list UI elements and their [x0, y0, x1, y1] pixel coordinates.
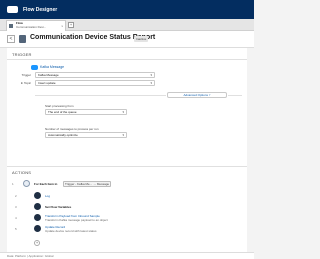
trigger-source[interactable]: Kafka Message [40, 65, 64, 69]
foreach-row[interactable]: 1 For Each Item in Trigger - Kafka Me...… [7, 180, 247, 188]
tab-flow[interactable]: Flow Communication Devi... x [6, 20, 66, 31]
start-processing-select[interactable]: The end of the queue ▾ [45, 109, 127, 115]
action-row[interactable]: 5 Update Record Update device record wit… [7, 225, 247, 233]
action-row[interactable]: 2 Log [7, 192, 247, 200]
foreach-pill-wrap: Trigger - Kafka Me... → Message [63, 181, 112, 187]
topic-field-label: In Topic [20, 81, 31, 85]
log-icon [34, 192, 41, 199]
start-processing-label: Start processing from [45, 104, 74, 108]
footer-status: Data: Platform | Application: Global [0, 252, 254, 259]
trigger-field-label: Trigger [21, 73, 31, 77]
action-title[interactable]: Log [45, 194, 50, 198]
start-processing-value: The end of the queue [48, 110, 77, 114]
chevron-down-icon: ▾ [150, 81, 152, 85]
flow-icon [9, 24, 13, 28]
back-button[interactable]: < [7, 35, 15, 43]
divider [7, 166, 247, 167]
app-title: Flow Designer [23, 6, 58, 13]
action-detail: Transform Kafka message payload to an ob… [45, 218, 108, 222]
action-row[interactable]: 4 Transform Payload from Inbound Sample … [7, 214, 247, 222]
batch-select[interactable]: Automatically optimize ▾ [45, 132, 127, 138]
batch-label: Number of messages to process per run [45, 127, 99, 131]
variable-icon [34, 203, 41, 210]
divider [35, 95, 166, 96]
chevron-down-icon: ▾ [122, 133, 124, 137]
chevron-down-icon: ▾ [122, 110, 124, 114]
actions-section-label: ACTIONS [12, 170, 32, 175]
transform-icon [34, 214, 41, 221]
topic-select-value: Insert update [38, 81, 56, 85]
row-number: 3 [15, 205, 17, 209]
record-icon [34, 225, 41, 232]
tab-bar: Flow Communication Devi... x + [0, 19, 254, 31]
advanced-options-label: Advanced Options [183, 93, 208, 97]
loop-icon [23, 180, 30, 187]
kafka-icon [31, 65, 38, 70]
divider [7, 59, 247, 60]
row-number: 5 [15, 227, 17, 231]
row-number: 4 [15, 216, 17, 220]
top-bar: Flow Designer [0, 0, 254, 19]
trigger-select-value: Kafka Message [38, 73, 59, 77]
close-icon[interactable]: x [62, 24, 64, 28]
advanced-options-button[interactable]: Advanced Options ˅ [167, 92, 227, 98]
data-pill[interactable]: Trigger - Kafka Me... → Message [63, 181, 112, 187]
batch-value: Automatically optimize [48, 133, 78, 137]
action-title[interactable]: Set Flow Variables [45, 205, 71, 209]
flow-canvas: TRIGGER Kafka Message Trigger Kafka Mess… [7, 48, 247, 252]
action-row[interactable]: 3 Set Flow Variables [7, 203, 247, 211]
action-detail: Update device record with latest status [45, 229, 97, 233]
add-tab-button[interactable]: + [68, 22, 74, 28]
divider [228, 95, 242, 96]
trigger-section-label: TRIGGER [12, 52, 32, 57]
add-action-icon[interactable]: + [34, 240, 40, 246]
tab-subtitle: Communication Devi... [16, 25, 47, 29]
foreach-text: For Each Item in [34, 182, 58, 186]
trigger-select[interactable]: Kafka Message ▾ [35, 72, 155, 78]
row-number: 1 [12, 182, 14, 186]
flow-type-icon [19, 35, 26, 43]
topic-select[interactable]: Insert update ▾ [35, 80, 155, 86]
flow-header: < Communication Device Status Report Ina… [0, 31, 254, 48]
status-badge: Inactive [134, 36, 149, 42]
row-number: 2 [15, 194, 17, 198]
servicenow-logo [7, 6, 18, 13]
chevron-down-icon: ▾ [150, 73, 152, 77]
